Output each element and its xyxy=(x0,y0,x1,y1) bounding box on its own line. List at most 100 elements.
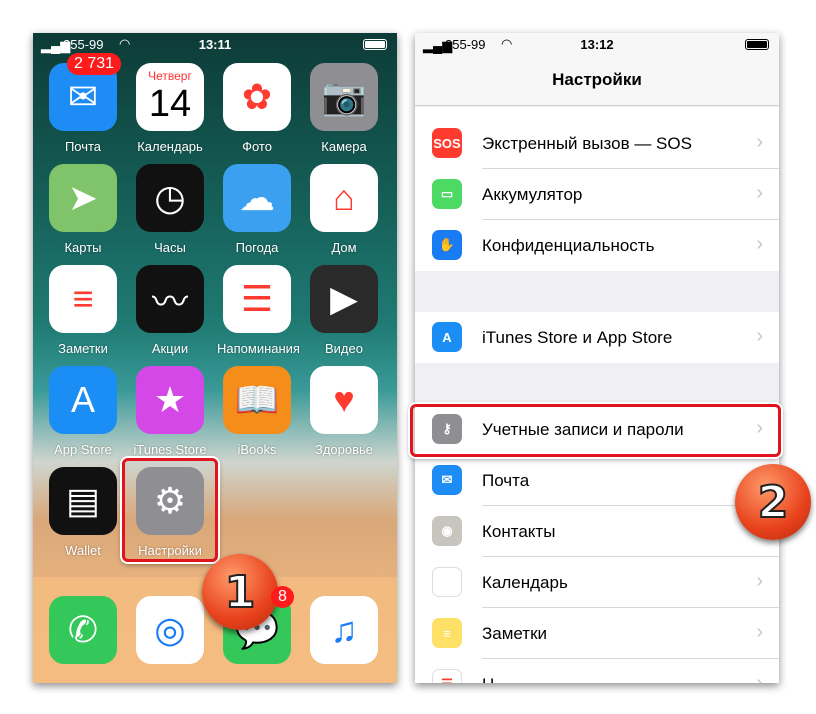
app-calendar[interactable]: Четверг 14 Календарь xyxy=(130,63,210,154)
settings-row[interactable]: SOS Экстренный вызов — SOS › xyxy=(415,118,779,169)
row-label: Контакты xyxy=(482,522,556,541)
app-home[interactable]: ⌂ Дом xyxy=(304,164,384,255)
row-label: Заметки xyxy=(482,624,548,643)
app-app-store[interactable]: A App Store xyxy=(43,366,123,457)
settings-screen: ▂▄▆ 255-99 ◠ 13:12 Настройки SOS Экстренн… xyxy=(415,33,779,683)
app-store-icon: A xyxy=(49,366,117,434)
app-weather[interactable]: ☁ Погода xyxy=(217,164,297,255)
app-wallet[interactable]: ▤ Wallet xyxy=(43,467,123,558)
app-health[interactable]: ♥ Здоровье xyxy=(304,366,384,457)
highlight-accounts-row xyxy=(410,404,781,457)
row-label: Почта xyxy=(482,471,530,490)
date: 14 xyxy=(148,82,192,125)
home-icon: ⌂ xyxy=(310,164,378,232)
row-label: iTunes Store и App Store xyxy=(482,328,673,347)
camera-icon: 📷 xyxy=(310,63,378,131)
app-label: Wallet xyxy=(65,543,101,558)
app-clock[interactable]: ◷ Часы xyxy=(130,164,210,255)
app-label: Дом xyxy=(331,240,357,255)
badge: 2 731 xyxy=(67,53,122,75)
chevron-right-icon: › xyxy=(756,672,763,683)
app-ibooks[interactable]: 📖 iBooks xyxy=(217,366,297,457)
clock: 13:12 xyxy=(580,37,614,52)
app-stocks[interactable]: 〰 Акции xyxy=(130,265,210,356)
badge: 8 xyxy=(271,586,294,608)
app-label: Часы xyxy=(154,240,186,255)
dock-safari[interactable]: ◎ xyxy=(130,596,210,664)
app-label: Напоминания xyxy=(217,341,300,356)
clock-icon: ◷ xyxy=(136,164,204,232)
row-label: Аккумулятор xyxy=(482,185,583,204)
status-bar: ▂▄▆ 255-99 ◠ 13:12 xyxy=(415,33,779,55)
app-label: Акции xyxy=(151,341,189,356)
app-notes[interactable]: ≡ Заметки xyxy=(43,265,123,356)
wallet-icon: ▤ xyxy=(49,467,117,535)
sos-icon: SOS xyxy=(432,128,462,158)
step-1-marker: 1 xyxy=(202,554,278,630)
calendar-icon xyxy=(432,567,462,597)
app-store-icon: A xyxy=(432,322,462,352)
health-icon: ♥ xyxy=(310,366,378,434)
sos-text: SOS xyxy=(433,135,461,151)
app-itunes-store[interactable]: ★ iTunes Store xyxy=(130,366,210,457)
safari-icon: ◎ xyxy=(136,596,204,664)
app-label: Почта xyxy=(64,139,102,154)
dock-music[interactable]: ♫ xyxy=(304,596,384,664)
row-label: Н xyxy=(482,675,494,683)
app-label: Видео xyxy=(325,341,363,356)
app-reminders[interactable]: ☰ Напоминания xyxy=(217,265,300,356)
app-camera[interactable]: 📷 Камера xyxy=(304,63,384,154)
stocks-icon: 〰 xyxy=(136,265,204,333)
page-title: Настройки xyxy=(552,70,642,89)
notes-icon: ≡ xyxy=(432,618,462,648)
settings-row[interactable]: ▭ Аккумулятор › xyxy=(415,169,779,220)
chevron-right-icon: › xyxy=(756,325,763,347)
app-photos[interactable]: ✿ Фото xyxy=(217,63,297,154)
status-bar: ▂▄▆ 255-99 ◠ 13:11 xyxy=(33,33,397,55)
photos-icon: ✿ xyxy=(223,63,291,131)
highlight-settings-app xyxy=(122,458,218,562)
maps-icon: ➤ xyxy=(49,164,117,232)
app-label: iBooks xyxy=(237,442,277,457)
music-icon: ♫ xyxy=(310,596,378,664)
app-label: Карты xyxy=(64,240,102,255)
settings-row[interactable]: ✉Почта› xyxy=(415,455,779,506)
ibooks-icon: 📖 xyxy=(223,366,291,434)
app-label: App Store xyxy=(54,442,112,457)
app-label: Фото xyxy=(242,139,272,154)
app-videos[interactable]: ▶ Видео xyxy=(304,265,384,356)
notes-icon: ≡ xyxy=(49,265,117,333)
settings-row[interactable]: Календарь › xyxy=(415,557,779,608)
app-label: iTunes Store xyxy=(133,442,207,457)
mail-icon: ✉ xyxy=(432,465,462,495)
chevron-right-icon: › xyxy=(756,233,763,255)
weather-icon: ☁ xyxy=(223,164,291,232)
settings-row[interactable]: ≡ Заметки › xyxy=(415,608,779,659)
weekday: Четверг xyxy=(148,68,192,83)
contacts-icon: ◉ xyxy=(432,516,462,546)
settings-row[interactable]: ✋ Конфиденциальность › xyxy=(415,220,779,271)
row-label: Конфиденциальность xyxy=(482,236,655,255)
settings-row[interactable]: ☰ Н › xyxy=(415,659,779,683)
reminders-icon: ☰ xyxy=(223,265,291,333)
battery-icon xyxy=(363,39,387,50)
app-mail[interactable]: ✉ 2 731 Почта xyxy=(43,53,123,154)
calendar-icon: Четверг 14 xyxy=(136,63,204,131)
battery-icon xyxy=(745,39,769,50)
app-label: Календарь xyxy=(137,139,203,154)
phone-icon: ✆ xyxy=(49,596,117,664)
privacy-hand-icon: ✋ xyxy=(432,230,462,260)
chevron-right-icon: › xyxy=(756,570,763,592)
app-label: Заметки xyxy=(58,341,108,356)
settings-row[interactable]: ◉Контакты› xyxy=(415,506,779,557)
app-maps[interactable]: ➤ Карты xyxy=(43,164,123,255)
videos-icon: ▶ xyxy=(310,265,378,333)
row-label: Экстренный вызов — SOS xyxy=(482,134,692,153)
chevron-right-icon: › xyxy=(756,182,763,204)
clock: 13:11 xyxy=(198,37,232,52)
settings-row[interactable]: AiTunes Store и App Store › xyxy=(415,312,779,363)
row-label: Календарь xyxy=(482,573,568,592)
step-2-marker: 2 xyxy=(735,464,811,540)
dock-phone[interactable]: ✆ xyxy=(43,596,123,664)
itunes-store-icon: ★ xyxy=(136,366,204,434)
